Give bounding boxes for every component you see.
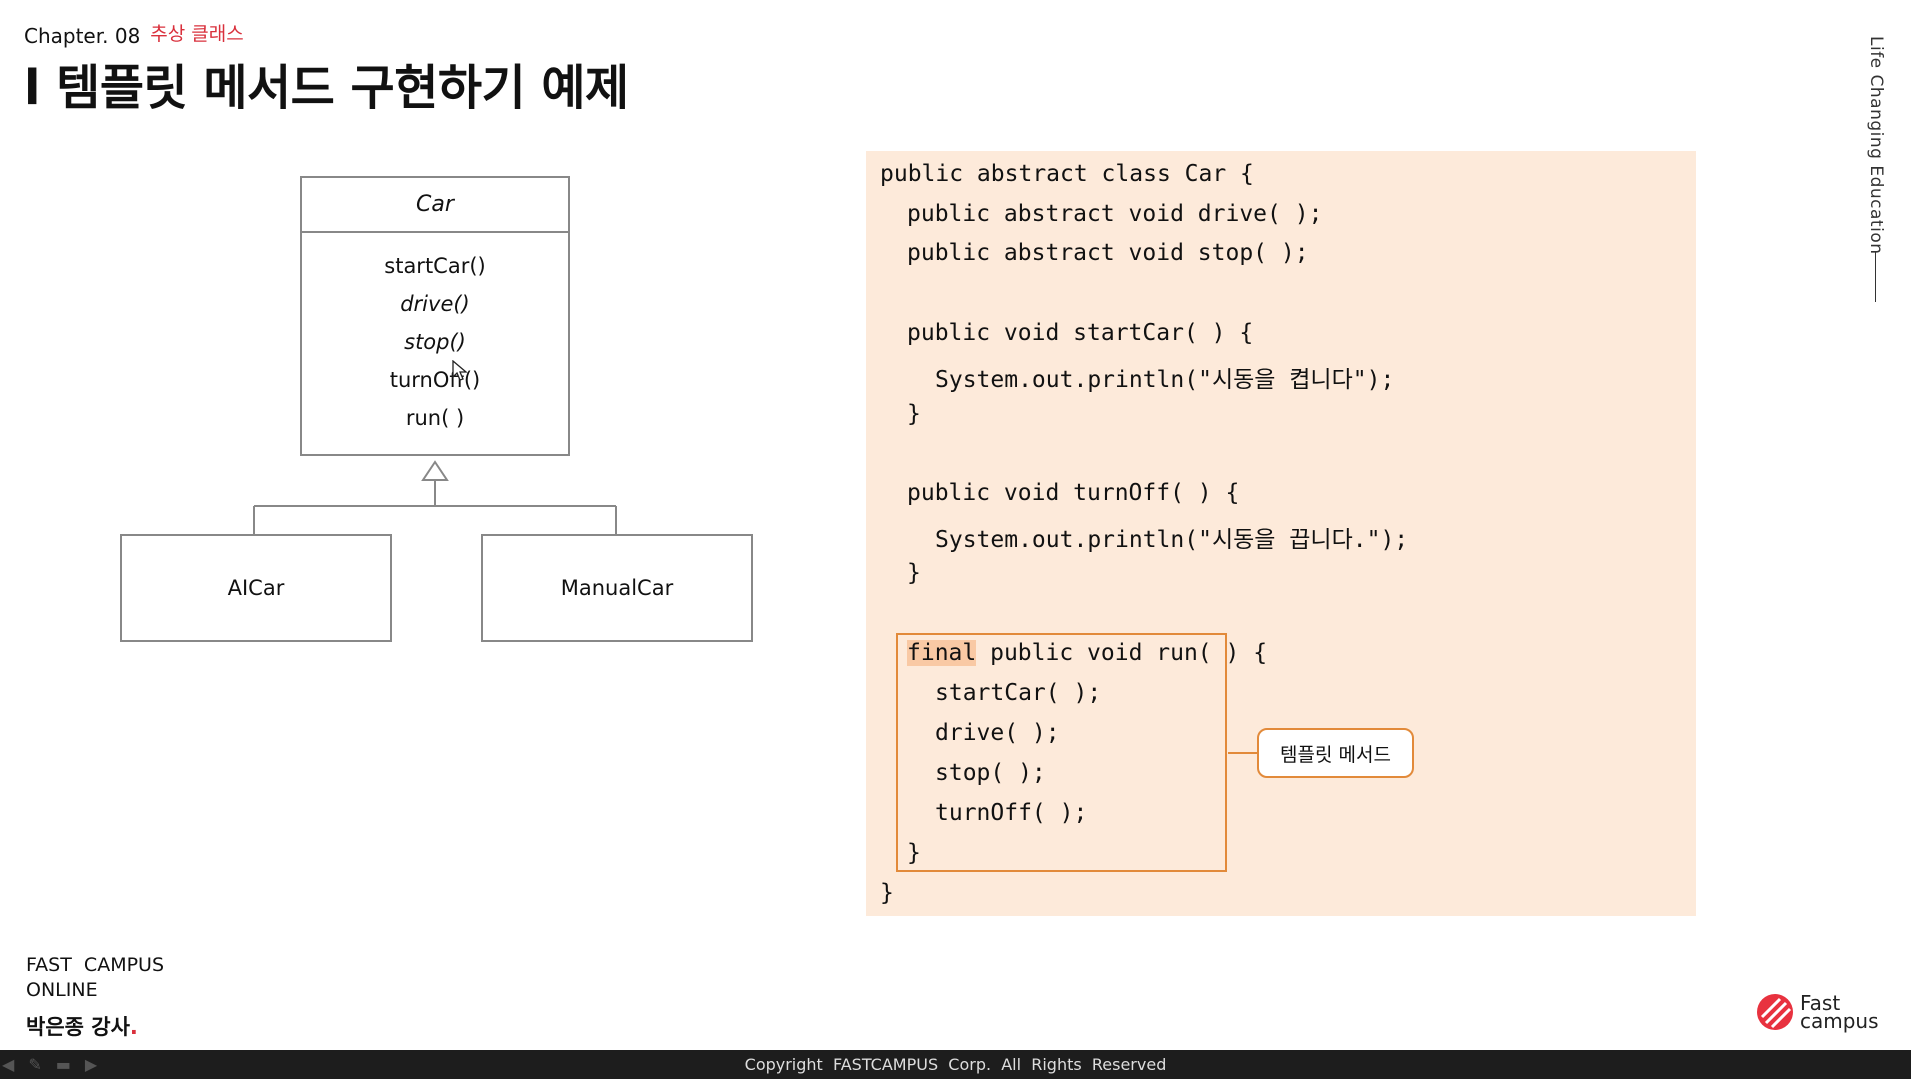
inheritance-arrow-icon [421,460,449,481]
callout-connector [1228,752,1258,754]
copyright-text: Copyright FASTCAMPUS Corp. All Rights Re… [744,1055,1167,1074]
code-line: public abstract class Car { [880,161,1254,187]
code-line: System.out.println("시동을 켭니다"); [935,367,1395,393]
brand-text: FAST CAMPUS ONLINE [26,953,164,1003]
chapter-number: Chapter. 08 [24,24,141,48]
chapter-topic: 추상 클래스 [150,23,244,45]
brand-line-1: FAST CAMPUS [26,954,165,976]
code-line: } [880,880,894,906]
uml-method: turnOff() [389,368,481,392]
page-title: l 템플릿 메서드 구현하기 예제 [24,60,629,116]
mouse-cursor-icon [452,360,468,381]
uml-method: run( ) [405,406,465,430]
template-method-highlight-box [896,633,1227,872]
code-line: public abstract void stop( ); [907,240,1309,266]
logo-line-2: campus [1800,1009,1879,1033]
instructor-label: 박은종 강사 [26,1015,130,1039]
uml-method-list: startCar() drive() stop() turnOff() run(… [302,233,568,437]
logo-wordmark: Fast campus [1800,993,1879,1033]
uml-method-abstract: drive() [400,292,470,316]
code-line: System.out.println("시동을 끕니다."); [935,527,1409,553]
chapter-label: Chapter. 08 추상 클래스 [24,22,244,49]
fastcampus-logo: Fast campus [1756,993,1879,1031]
brand-line-2: ONLINE [26,979,98,1001]
code-line: public abstract void drive( ); [907,201,1323,227]
code-line: } [907,401,921,427]
code-line: } [907,560,921,586]
fastcampus-logo-icon [1757,994,1793,1030]
uml-method: startCar() [384,254,486,278]
code-line: public void startCar( ) { [907,320,1254,346]
uml-method-abstract: stop() [404,330,466,354]
code-line: public void turnOff( ) { [907,480,1240,506]
instructor-name: 박은종 강사. [26,1011,138,1041]
presentation-bottom-bar: ◀ ✎ ▬ ▶ Copyright FASTCAMPUS Corp. All R… [0,1050,1911,1079]
uml-class-car: Car startCar() drive() stop() turnOff() … [300,176,570,456]
template-method-callout: 템플릿 메서드 [1257,728,1414,778]
side-slogan: Life Changing Education [1866,36,1886,255]
uml-class-manualcar: ManualCar [481,534,753,642]
side-slogan-line [1875,252,1876,302]
uml-class-aicar: AICar [120,534,392,642]
uml-class-name: Car [302,178,568,233]
instructor-dot: . [129,1015,138,1039]
